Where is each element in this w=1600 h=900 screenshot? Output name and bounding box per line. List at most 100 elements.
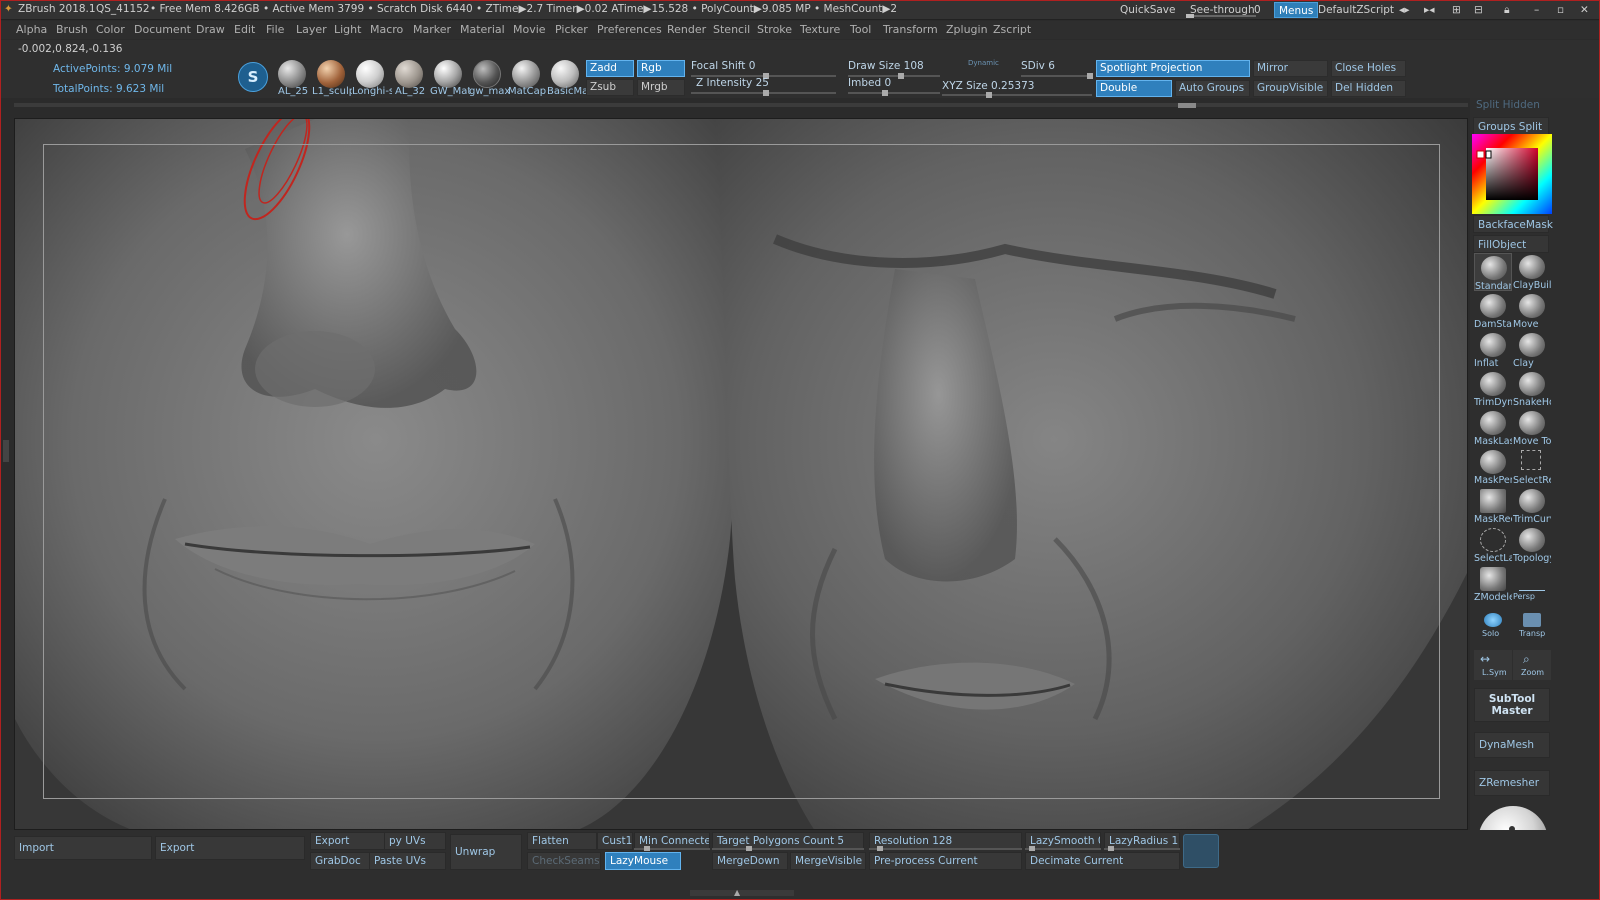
menu-render[interactable]: Render [667,23,706,36]
layout-prev-icon[interactable]: ◂▸ [1395,2,1414,18]
viewport-canvas[interactable] [14,118,1468,830]
bottom-tray-handle[interactable] [690,890,794,896]
merge-visible-button[interactable]: MergeVisible [790,852,866,870]
zremesher-button[interactable]: ZRemesher [1474,770,1550,796]
brush-move[interactable]: Move [1513,292,1551,330]
draw-size-slider[interactable]: Draw Size 108 [848,60,924,72]
imbed-track[interactable] [848,90,940,96]
brush-maskrect[interactable]: MaskRect [1474,487,1512,525]
cust1-button[interactable]: Cust1 [597,832,633,850]
lazyradius-track[interactable] [1104,846,1180,851]
lazymouse-button[interactable]: LazyMouse [605,852,681,870]
menu-transform[interactable]: Transform [883,23,938,36]
material-ball-icon[interactable] [434,60,462,88]
lock-icon[interactable]: 🔒︎ [1500,2,1514,18]
menu-texture[interactable]: Texture [800,23,840,36]
brush-masklasso[interactable]: MaskLasso [1474,409,1512,447]
brush-clay[interactable]: Clay [1513,331,1551,369]
menu-alpha[interactable]: Alpha [16,23,47,36]
menu-marker[interactable]: Marker [413,23,451,36]
preprocess-current-button[interactable]: Pre-process Current [869,852,1022,870]
flatten-button[interactable]: Flatten [527,832,597,850]
paste-uvs-button[interactable]: Paste UVs [369,852,446,870]
material-ball-icon[interactable] [473,60,501,88]
brush-topology[interactable]: Topology [1513,526,1551,564]
menu-layer[interactable]: Layer [296,23,327,36]
dynamic-subdiv-icon[interactable] [1183,834,1219,868]
groups-split-button[interactable]: Groups Split [1473,117,1549,135]
copy-uvs-button[interactable]: py UVs [384,832,446,850]
mirror-button[interactable]: Mirror [1253,60,1328,77]
menu-movie[interactable]: Movie [513,23,546,36]
zsub-button[interactable]: Zsub [586,79,634,96]
z-intensity-track[interactable] [691,90,836,96]
see-through-slider[interactable] [1186,14,1256,18]
material-ball-icon[interactable] [551,60,579,88]
sdiv-track[interactable] [1021,73,1093,79]
maximize-icon[interactable]: ▫ [1553,2,1568,18]
export-button[interactable]: Export [310,832,386,850]
material-ball-icon[interactable] [395,60,423,88]
material-ball-icon[interactable] [317,60,345,88]
brush-standard[interactable]: Standard [1474,253,1512,291]
transp-button[interactable]: Transp [1513,607,1551,641]
brush-trimdynamic[interactable]: TrimDynamic [1474,370,1512,408]
ui-layout-icon[interactable]: ⊞ [1448,2,1465,18]
menu-color[interactable]: Color [96,23,125,36]
imbed-slider[interactable]: Imbed 0 [848,77,891,89]
group-visible-button[interactable]: GroupVisible [1253,80,1328,97]
brush-selectlasso[interactable]: SelectLasso [1474,526,1512,564]
brush-maskpen[interactable]: MaskPen [1474,448,1512,486]
menu-tool[interactable]: Tool [850,23,871,36]
solo-button[interactable]: Solo [1474,607,1512,641]
spotlight-projection-button[interactable]: Spotlight Projection [1096,60,1250,77]
menu-document[interactable]: Document [134,23,191,36]
layout-next-icon[interactable]: ▸◂ [1420,2,1439,18]
target-polygons-track[interactable] [712,846,864,851]
sculptris-pro-icon[interactable]: S [238,62,268,92]
menu-zscript[interactable]: Zscript [993,23,1031,36]
z-intensity-slider[interactable]: Z Intensity 25 [696,77,769,89]
menu-macro[interactable]: Macro [370,23,403,36]
brush-inflat[interactable]: Inflat [1474,331,1512,369]
zadd-button[interactable]: Zadd [586,60,634,77]
sdiv-slider[interactable]: SDiv 6 [1021,60,1055,72]
material-ball-icon[interactable] [356,60,384,88]
menus-toggle[interactable]: Menus [1274,2,1319,18]
check-seams-button[interactable]: CheckSeams [527,852,601,870]
del-hidden-button[interactable]: Del Hidden [1331,80,1406,97]
merge-down-button[interactable]: MergeDown [712,852,788,870]
import-button[interactable]: Import [14,836,152,860]
auto-groups-button[interactable]: Auto Groups [1175,80,1250,97]
decimate-current-button[interactable]: Decimate Current [1025,852,1180,870]
backface-mask-button[interactable]: BackfaceMask [1473,215,1553,233]
menu-edit[interactable]: Edit [234,23,255,36]
dynamesh-button[interactable]: DynaMesh [1474,732,1550,758]
brush-trimcurve[interactable]: TrimCurve [1513,487,1551,525]
xyz-size-track[interactable] [942,92,1092,98]
lsym-button[interactable]: ↔ L.Sym [1474,650,1512,680]
dynamic-toggle[interactable]: Dynamic [968,59,999,67]
focal-shift-slider[interactable]: Focal Shift 0 [691,60,755,72]
double-button[interactable]: Double [1096,80,1172,97]
fill-object-button[interactable]: FillObject [1473,235,1549,253]
xyz-size-slider[interactable]: XYZ Size 0.25373 [942,80,1034,92]
lazysmooth-track[interactable] [1025,846,1101,851]
menu-material[interactable]: Material [460,23,505,36]
brush-snakehook[interactable]: SnakeHook [1513,370,1551,408]
min-connected-track[interactable] [634,846,710,851]
persp-button[interactable]: Persp [1513,565,1551,603]
subtool-master-button[interactable]: SubTool Master [1474,688,1550,722]
left-tray-handle[interactable] [3,440,9,462]
resolution-track[interactable] [869,846,1022,851]
close-icon[interactable]: ✕ [1576,2,1593,18]
menu-picker[interactable]: Picker [555,23,588,36]
menu-stencil[interactable]: Stencil [713,23,750,36]
default-zscript-button[interactable]: DefaultZScript [1314,2,1398,18]
material-ball-icon[interactable] [512,60,540,88]
menu-preferences[interactable]: Preferences [597,23,662,36]
mrgb-button[interactable]: Mrgb [637,79,685,96]
zoom-button[interactable]: ⌕ Zoom [1513,650,1551,680]
menu-brush[interactable]: Brush [56,23,88,36]
close-holes-button[interactable]: Close Holes [1331,60,1406,77]
